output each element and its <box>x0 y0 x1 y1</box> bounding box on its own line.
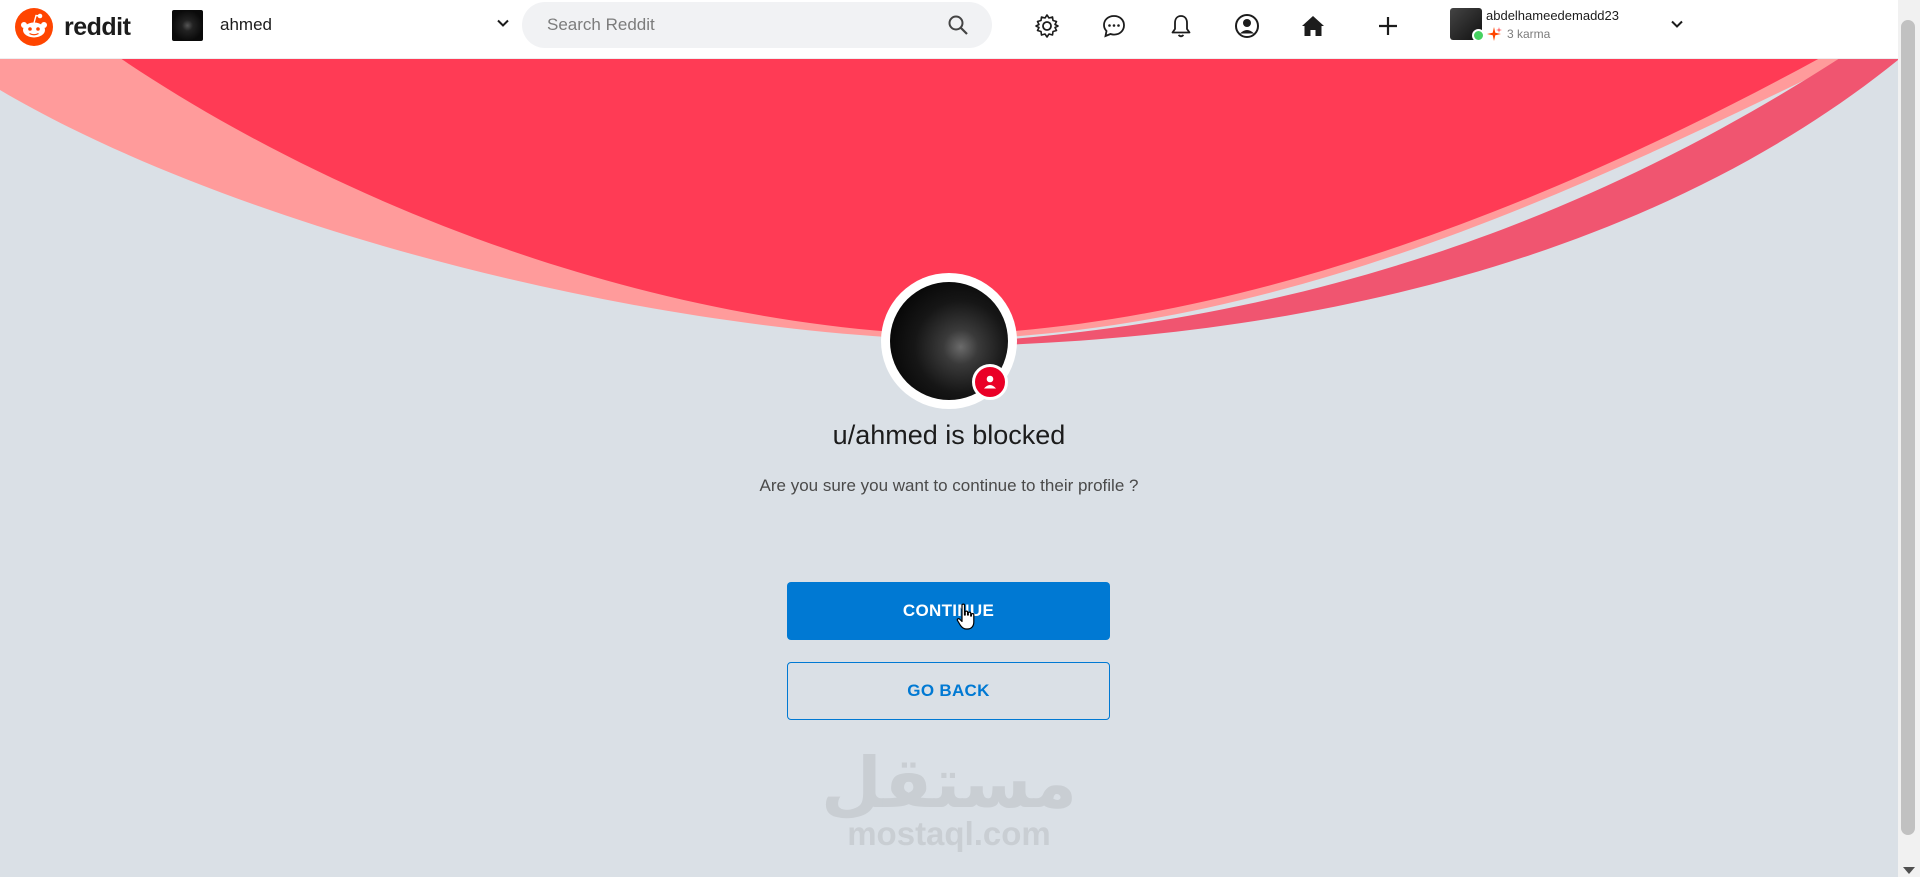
karma-row: 3 karma <box>1486 26 1619 42</box>
community-switcher[interactable]: ahmed <box>172 8 510 42</box>
home-icon[interactable] <box>1298 11 1328 41</box>
reddit-wordmark: reddit <box>64 12 131 41</box>
username: abdelhameedemadd23 <box>1486 8 1619 23</box>
user-avatar <box>1450 8 1485 42</box>
chevron-down-icon[interactable] <box>1669 16 1685 32</box>
watermark-arabic: مستقل <box>820 742 1077 824</box>
profile-icon[interactable] <box>1232 11 1262 41</box>
karma-count: 3 karma <box>1507 27 1551 41</box>
karma-sparkle-icon <box>1487 27 1502 41</box>
go-back-button[interactable]: GO BACK <box>787 662 1110 720</box>
blocked-title: u/ahmed is blocked <box>832 420 1066 450</box>
scrollbar-thumb[interactable] <box>1901 20 1915 835</box>
hand-cursor-icon <box>956 603 975 630</box>
search-input[interactable]: Search Reddit <box>547 15 947 35</box>
plus-icon[interactable] <box>1373 11 1403 41</box>
community-avatar <box>172 9 203 41</box>
chat-icon[interactable] <box>1099 11 1129 41</box>
blocked-user-avatar <box>881 273 1017 409</box>
chevron-down-icon[interactable] <box>496 16 510 30</box>
user-menu[interactable]: abdelhameedemadd23 3 karma <box>1450 8 1619 42</box>
blocked-badge <box>972 364 1008 400</box>
watermark: مستقل mostaql.com <box>0 748 1898 852</box>
community-name: ahmed <box>220 15 272 34</box>
user-info: abdelhameedemadd23 3 karma <box>1486 8 1619 42</box>
gear-icon[interactable] <box>1032 11 1062 41</box>
top-navbar: reddit ahmed Search Reddit abdelhameedem… <box>0 0 1898 59</box>
search-bar[interactable]: Search Reddit <box>522 2 992 48</box>
user-icon <box>984 375 996 389</box>
blocked-message: Are you sure you want to continue to the… <box>759 476 1139 495</box>
reddit-logo[interactable]: reddit <box>14 7 131 47</box>
continue-button[interactable]: CONTINUE <box>787 582 1110 640</box>
page-scrollbar[interactable] <box>1898 0 1920 877</box>
watermark-latin: mostaql.com <box>847 815 1051 852</box>
reddit-logo-icon <box>15 8 53 46</box>
online-status-dot <box>1472 29 1485 42</box>
bell-icon[interactable] <box>1166 11 1196 41</box>
scroll-down-arrow-icon[interactable] <box>1903 867 1915 874</box>
search-icon[interactable] <box>947 14 969 36</box>
